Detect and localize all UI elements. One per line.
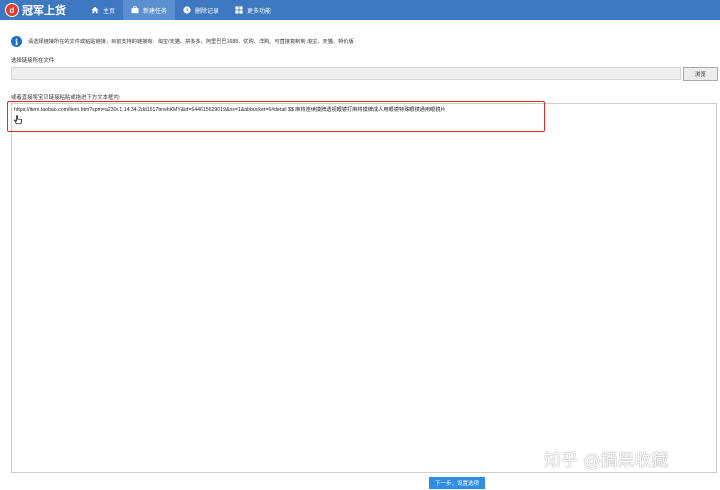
file-path-input[interactable] [11,67,681,80]
logo-icon: d [5,3,19,17]
nav-label-home: 主页 [103,8,116,15]
app-title: 冠军上货 [22,5,66,17]
main-nav: 主页 新建任务 删除记录 更多功能 [83,0,279,20]
nav-label-more: 更多功能 [247,8,272,15]
home-icon [91,6,99,14]
nav-label-delete-records: 删除记录 [195,8,220,15]
link-textarea[interactable] [11,103,717,473]
nav-label-new-task: 新建任务 [143,8,168,15]
watermark: 知乎 @摘果收藏 [544,451,669,471]
paste-label: 或者直接将宝贝链接粘贴或拖进下方文本框内: [11,95,121,101]
app-logo: d 冠军上货 [0,0,77,20]
file-label: 选择链接所在文件: [11,58,56,64]
nav-item-new-task[interactable]: 新建任务 [123,0,176,20]
nav-item-home[interactable]: 主页 [83,0,123,20]
briefcase-icon [131,6,139,14]
clock-icon [183,6,191,14]
next-step-button[interactable]: 下一步，设置选项 [429,477,485,489]
browse-button[interactable]: 浏览 [683,67,718,81]
info-text: 请选择链接所在的文件或粘贴链接，目前支持的链接有：淘宝/天猫、拼多多、阿里巴巴1… [28,39,354,45]
top-nav-bar: d 冠军上货 主页 新建任务 删除记录 更多功能 [0,0,720,20]
grid-icon [235,6,243,14]
logo-glyph: d [9,5,15,15]
info-row: i 请选择链接所在的文件或粘贴链接，目前支持的链接有：淘宝/天猫、拼多多、阿里巴… [11,36,354,47]
info-icon: i [11,36,22,47]
nav-item-delete-records[interactable]: 删除记录 [175,0,227,20]
nav-item-more[interactable]: 更多功能 [227,0,279,20]
highlight-annotation-box [7,101,545,132]
